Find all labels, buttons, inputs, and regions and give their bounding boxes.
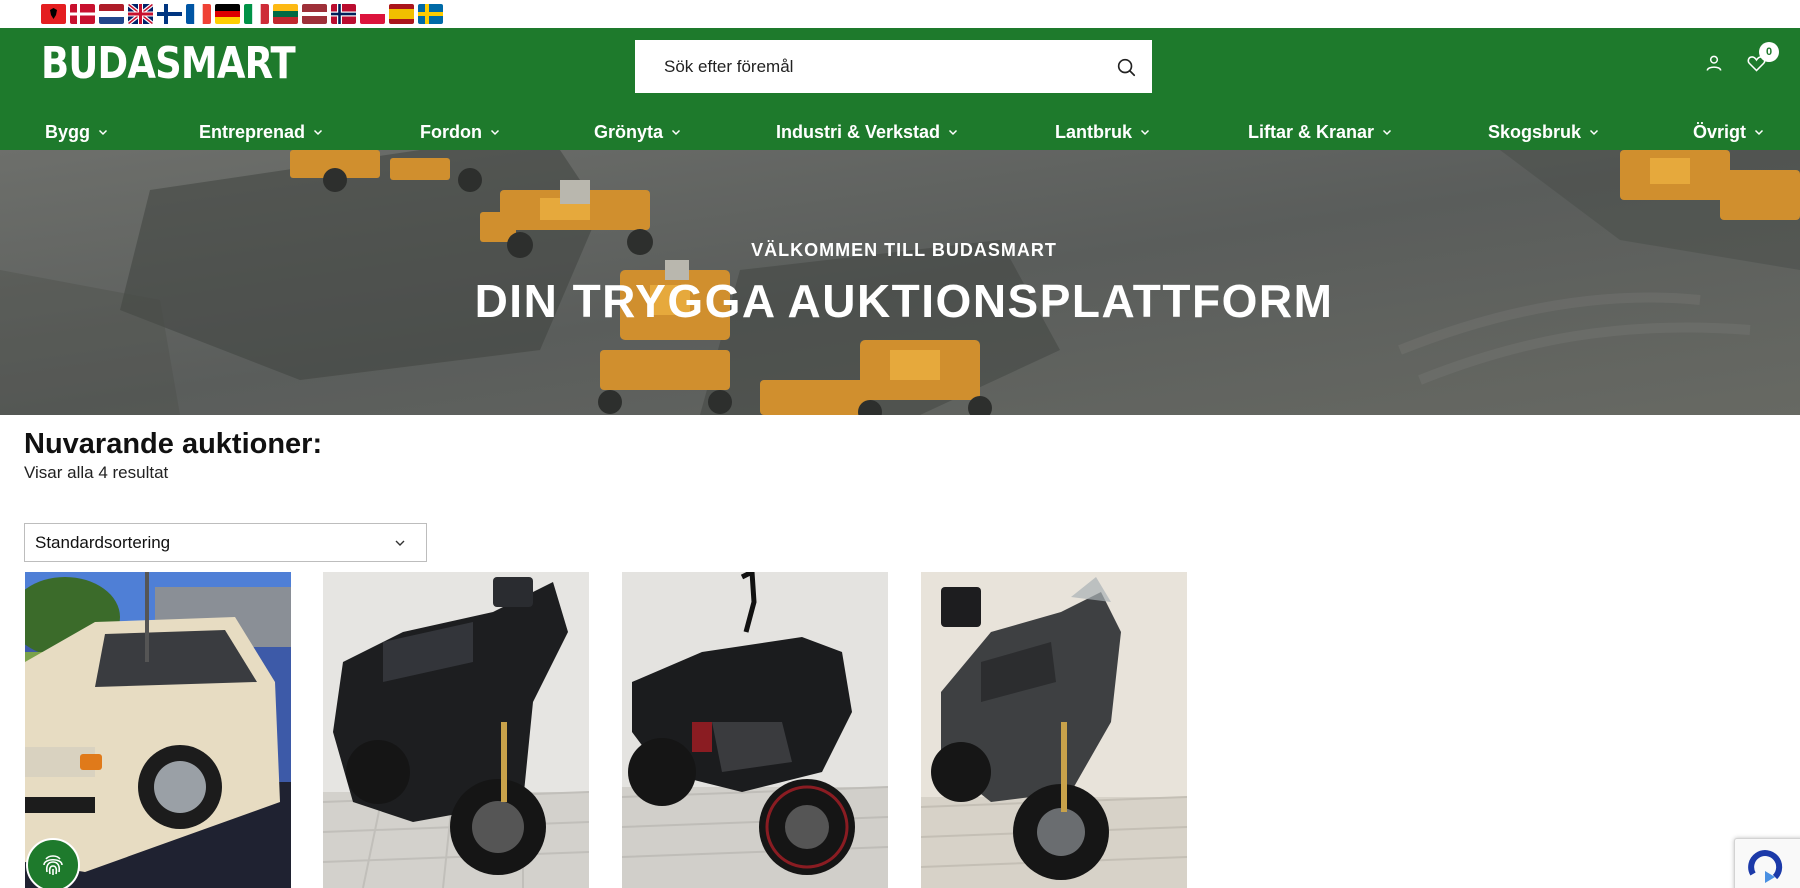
product-image <box>921 572 1187 888</box>
chevron-down-icon <box>98 129 108 136</box>
swedish-flag[interactable] <box>418 4 443 24</box>
danish-flag[interactable] <box>70 4 95 24</box>
nav-item-label: Skogsbruk <box>1488 121 1582 142</box>
lithuanian-flag[interactable] <box>273 4 298 24</box>
dutch-flag[interactable] <box>99 4 124 24</box>
nav-item-skogsbruk[interactable]: Skogsbruk <box>1488 114 1599 150</box>
chevron-down-icon <box>395 540 405 546</box>
chevron-down-icon <box>1590 129 1599 136</box>
language-flags <box>41 4 443 24</box>
hero-subtitle: VÄLKOMMEN TILL BUDASMART <box>751 240 1057 260</box>
nav-item-entreprenad[interactable]: Entreprenad <box>199 114 323 150</box>
nav-item-gronyta[interactable]: Grönyta <box>594 114 681 150</box>
finnish-flag[interactable] <box>157 4 182 24</box>
sort-select[interactable]: Standardsortering <box>24 523 427 562</box>
recaptcha-icon <box>1748 850 1783 883</box>
latvian-flag[interactable] <box>302 4 327 24</box>
language-bar <box>0 0 1800 28</box>
result-count: Visar alla 4 resultat <box>24 463 169 482</box>
nav-item-label: Fordon <box>420 121 482 142</box>
italian-flag[interactable] <box>244 4 269 24</box>
nav-item-label: Industri & Verkstad <box>776 121 941 142</box>
french-flag[interactable] <box>186 4 211 24</box>
section-title: Nuvarande auktioner: <box>24 428 323 460</box>
norwegian-flag[interactable] <box>331 4 356 24</box>
site-header: BUDASMART 0 Bygg Entreprenad Fordon Grön… <box>0 28 1800 150</box>
hero-banner: VÄLKOMMEN TILL BUDASMART DIN TRYGGA AUKT… <box>0 150 1800 415</box>
nav-item-liftar-kranar[interactable]: Liftar & Kranar <box>1248 114 1392 150</box>
nav-item-bygg[interactable]: Bygg <box>45 114 108 150</box>
search-button[interactable] <box>1101 41 1151 92</box>
nav-item-lantbruk[interactable]: Lantbruk <box>1055 114 1150 150</box>
wishlist-button[interactable]: 0 <box>1743 42 1779 76</box>
product-card-motorcycle[interactable] <box>622 572 888 888</box>
nav-item-label: Övrigt <box>1693 121 1747 142</box>
account-button[interactable] <box>1701 50 1727 76</box>
english-flag[interactable] <box>128 4 153 24</box>
search-input[interactable] <box>636 41 1101 92</box>
spanish-flag[interactable] <box>389 4 414 24</box>
main-nav: Bygg Entreprenad Fordon Grönyta Industri… <box>0 114 1800 150</box>
chevron-down-icon <box>314 129 323 136</box>
sort-select-value: Standardsortering <box>35 532 171 552</box>
german-flag[interactable] <box>215 4 240 24</box>
cookie-settings-button[interactable] <box>26 838 80 888</box>
chevron-down-icon <box>1140 129 1150 136</box>
search-bar <box>635 40 1152 93</box>
chevron-down-icon <box>1383 129 1392 136</box>
nav-item-label: Lantbruk <box>1055 121 1133 142</box>
chevron-down-icon <box>949 129 958 136</box>
hero-title: DIN TRYGGA AUKTIONSPLATTFORM <box>474 275 1334 327</box>
chevron-down-icon <box>490 129 500 136</box>
recaptcha-badge[interactable] <box>1734 838 1800 888</box>
nav-item-label: Bygg <box>45 121 90 142</box>
chevron-down-icon <box>671 129 681 136</box>
product-card-scooter[interactable] <box>323 572 589 888</box>
nav-item-label: Liftar & Kranar <box>1248 121 1375 142</box>
site-logo[interactable]: BUDASMART <box>41 39 296 88</box>
polish-flag[interactable] <box>360 4 385 24</box>
fingerprint-icon <box>43 855 63 875</box>
wishlist-count-badge: 0 <box>1759 42 1779 62</box>
product-image <box>622 572 888 888</box>
user-icon <box>1706 55 1722 71</box>
chevron-down-icon <box>1754 129 1764 136</box>
nav-item-ovrigt[interactable]: Övrigt <box>1693 114 1764 150</box>
nav-item-industri-verkstad[interactable]: Industri & Verkstad <box>776 114 958 150</box>
albanian-flag[interactable] <box>41 4 66 24</box>
product-card-adventure-scooter[interactable] <box>921 572 1187 888</box>
nav-item-label: Entreprenad <box>199 121 306 142</box>
product-image <box>323 572 589 888</box>
search-icon <box>1117 58 1136 76</box>
nav-item-fordon[interactable]: Fordon <box>420 114 500 150</box>
nav-item-label: Grönyta <box>594 121 664 142</box>
